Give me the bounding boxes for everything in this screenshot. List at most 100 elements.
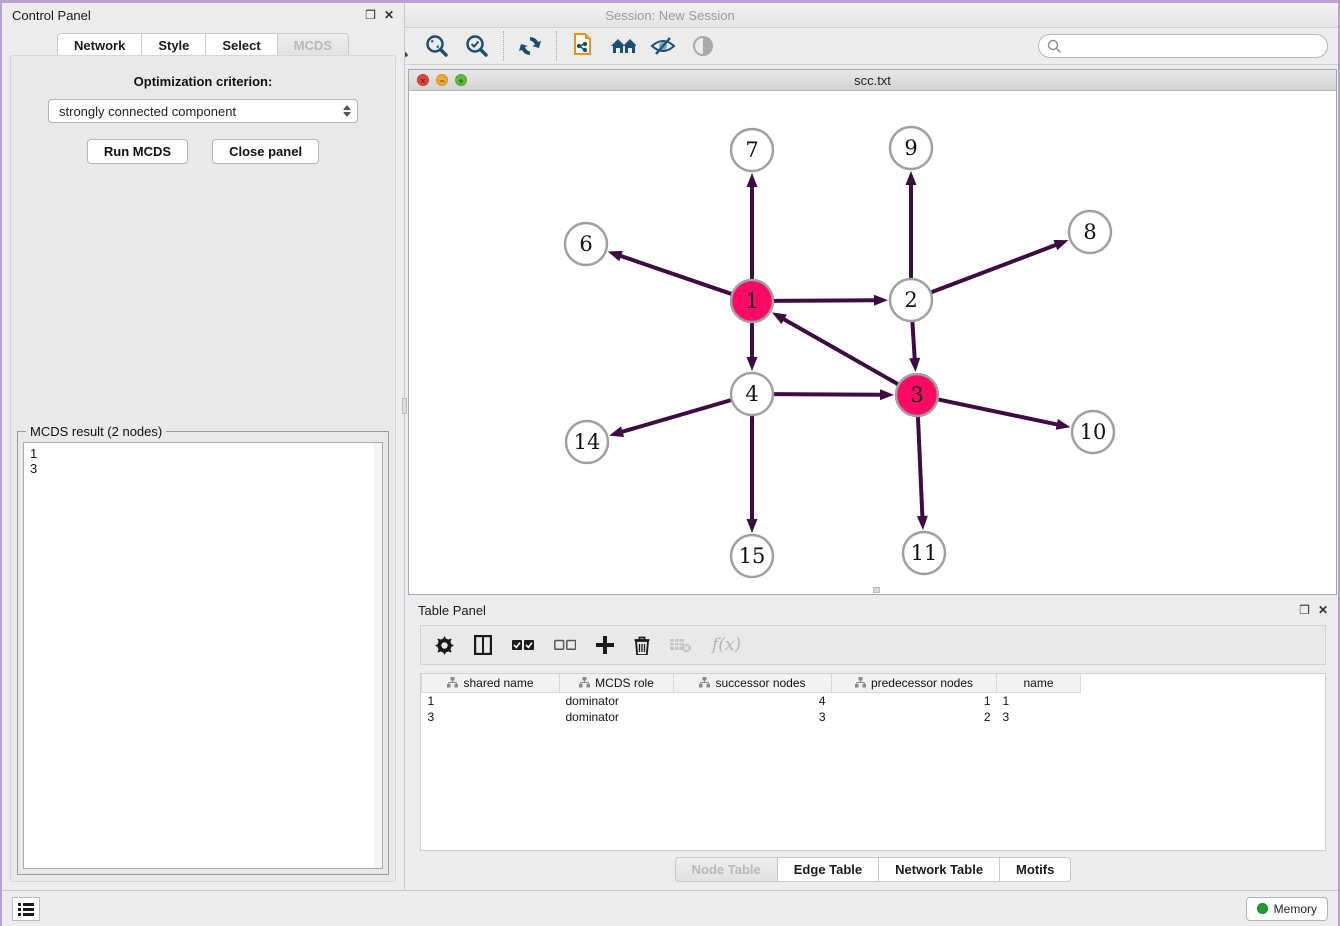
cell-1-0[interactable]: 3 [422,709,560,725]
table-panel-title: Table Panel [418,603,486,618]
search-icon [1047,39,1062,54]
flatten-hierarchy-icon [447,677,458,688]
function-builder-icon[interactable]: f(x) [712,635,741,655]
split-column-icon[interactable] [474,635,492,655]
zoom-fit-icon[interactable] [424,33,450,59]
cell-0-3[interactable]: 1 [832,692,997,709]
tab-motifs[interactable]: Motifs [999,857,1071,882]
table-toolbar: f(x) [420,625,1326,665]
node-table[interactable]: shared name MCDS role successor nodes prede… [420,673,1326,851]
edge-4-14[interactable] [621,400,732,432]
tab-network-table[interactable]: Network Table [878,857,999,882]
control-panel-title: Control Panel [12,8,91,23]
status-bar: Memory [2,890,1338,926]
list-icon [18,902,34,916]
table-panel: Table Panel ❒ ✕ [408,599,1338,854]
node-label-11: 11 [911,541,938,565]
select-all-columns-icon[interactable] [512,639,534,651]
tab-node-table[interactable]: Node Table [675,857,777,882]
cell-1-3[interactable]: 2 [832,709,997,725]
network-canvas[interactable]: 7968124314101511 [409,92,1336,594]
column-header-name[interactable]: name [997,674,1081,692]
node-label-14: 14 [574,430,601,454]
column-header-successor-nodes[interactable]: successor nodes [674,674,832,692]
float-panel-icon[interactable]: ❒ [365,9,376,21]
network-view-window: × − + scc.txt 7968124314101511 [408,69,1337,595]
arrowhead-1-6 [608,251,623,261]
arrowhead-1-2 [874,295,888,306]
edge-1-2[interactable] [773,300,876,301]
column-header-predecessor-nodes[interactable]: predecessor nodes [832,674,997,692]
flatten-hierarchy-icon [855,677,866,688]
cell-0-1[interactable]: dominator [560,692,674,709]
memory-label: Memory [1274,902,1317,916]
add-column-icon[interactable] [596,636,614,654]
column-label: successor nodes [715,676,805,690]
column-label: MCDS role [595,676,654,690]
column-label: shared name [463,676,533,690]
table-row[interactable]: 1dominator411 [422,692,1081,709]
splitter-handle-vertical[interactable] [402,398,407,414]
edge-2-3[interactable] [912,321,914,360]
column-header-MCDS-role[interactable]: MCDS role [560,674,674,692]
column-header-shared-name[interactable]: shared name [422,674,560,692]
flatten-hierarchy-icon [699,677,710,688]
arrowhead-1-4 [747,357,758,371]
node-label-9: 9 [904,136,917,160]
node-label-6: 6 [579,232,592,256]
table-row[interactable]: 3dominator323 [422,709,1081,725]
edge-4-3[interactable] [773,394,882,395]
node-label-7: 7 [745,138,758,162]
close-panel-icon[interactable]: ✕ [384,9,394,21]
delete-column-icon[interactable] [634,636,650,655]
node-label-4: 4 [745,382,758,406]
home-icon[interactable] [610,33,636,59]
cell-1-2[interactable]: 3 [674,709,832,725]
cell-1-4[interactable]: 3 [997,709,1081,725]
arrowhead-3-1 [772,312,787,324]
network-graph[interactable]: 7968124314101511 [409,92,1336,594]
arrowhead-3-11 [917,516,928,530]
show-panel-eye-icon[interactable] [690,33,716,59]
node-label-8: 8 [1083,220,1096,244]
node-label-15: 15 [739,544,766,568]
cell-0-0[interactable]: 1 [422,692,560,709]
edge-1-6[interactable] [619,255,732,294]
tab-edge-table[interactable]: Edge Table [777,857,878,882]
edge-3-10[interactable] [938,399,1059,424]
arrowhead-4-15 [747,519,758,533]
search-field[interactable] [1038,34,1328,58]
node-label-10: 10 [1080,420,1107,444]
memory-button[interactable]: Memory [1246,897,1328,921]
close-table-panel-icon[interactable]: ✕ [1318,604,1328,616]
arrowhead-2-8 [1053,240,1068,250]
column-label: name [1023,676,1053,690]
refresh-icon[interactable] [517,33,543,59]
edge-3-1[interactable] [782,318,898,384]
network-file-icon[interactable] [570,33,596,59]
table-tabs: Node Table Edge Table Network Table Moti… [675,857,1072,882]
arrowhead-4-3 [880,389,894,400]
delete-table-icon[interactable] [670,637,692,653]
arrowhead-4-14 [609,426,624,437]
cell-0-4[interactable]: 1 [997,692,1081,709]
edge-3-11[interactable] [918,416,923,518]
zoom-selected-icon[interactable] [464,33,490,59]
memory-status-icon [1257,903,1268,914]
node-label-3: 3 [910,383,923,407]
network-window-titlebar[interactable]: × − + scc.txt [409,70,1336,91]
arrowhead-2-9 [906,171,917,185]
flatten-hierarchy-icon [579,677,590,688]
node-label-1: 1 [745,289,758,313]
splitter-handle[interactable] [873,587,880,593]
task-history-button[interactable] [12,897,40,921]
float-table-panel-icon[interactable]: ❒ [1299,604,1310,616]
search-input[interactable] [1062,39,1327,53]
deselect-all-columns-icon[interactable] [554,639,576,651]
arrowhead-2-3 [909,358,920,372]
cell-1-1[interactable]: dominator [560,709,674,725]
cell-0-2[interactable]: 4 [674,692,832,709]
settings-gear-icon[interactable] [435,636,454,655]
edge-2-8[interactable] [931,244,1058,292]
hide-panel-eye-icon[interactable] [650,33,676,59]
